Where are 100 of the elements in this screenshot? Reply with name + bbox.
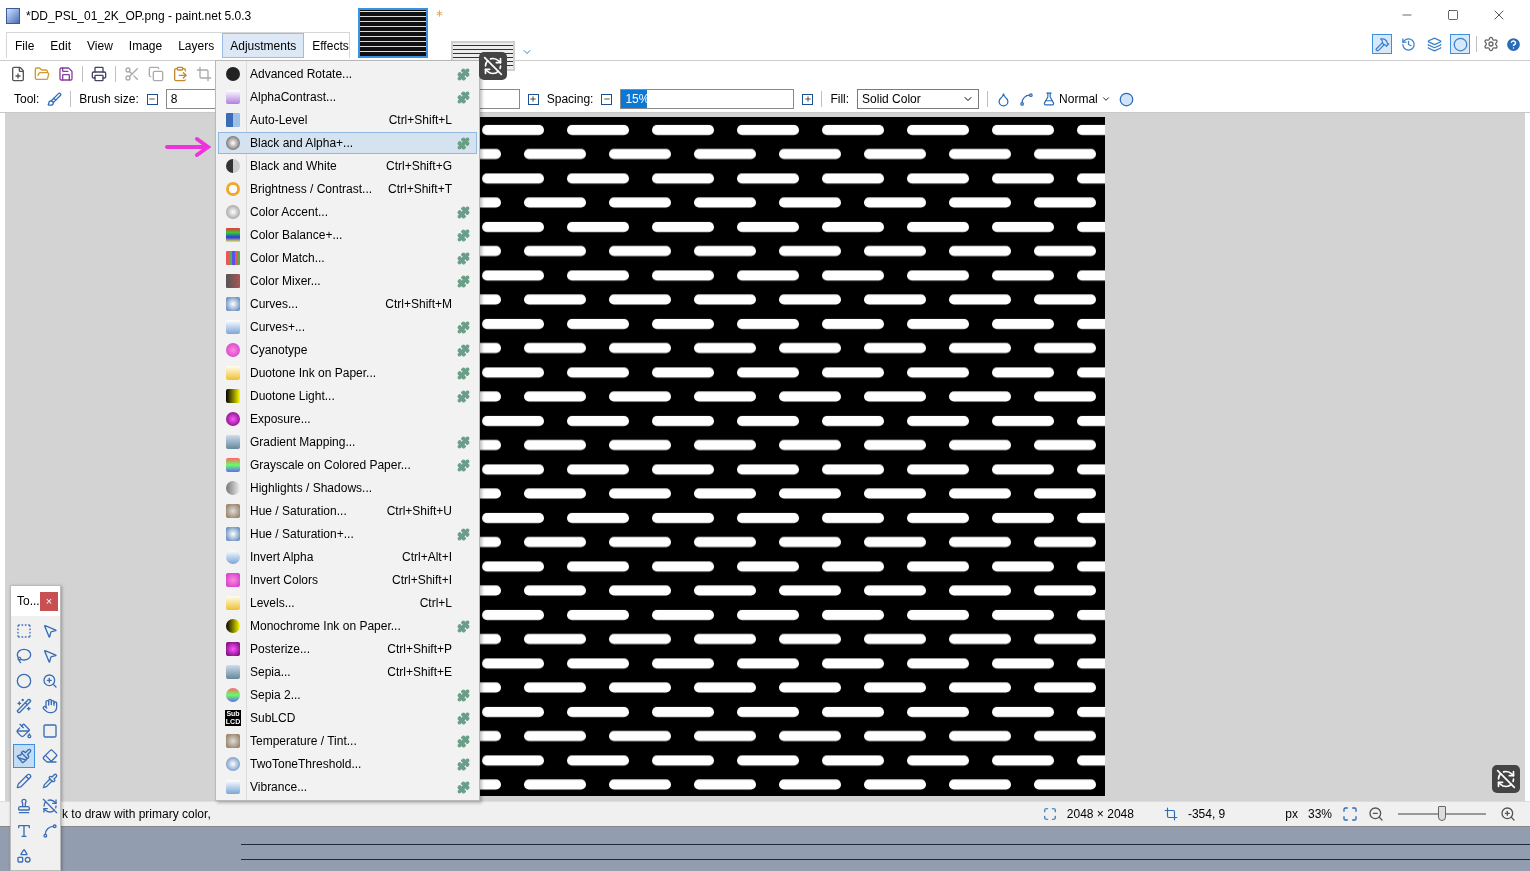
history-icon xyxy=(1400,36,1416,52)
shortcut-text: Ctrl+Shift+E xyxy=(387,665,453,679)
decrease-button[interactable] xyxy=(601,93,613,105)
menu-item[interactable]: Hue / Saturation... Ctrl+Shift+U xyxy=(218,500,477,522)
menu-item[interactable]: Temperature / Tint... xyxy=(218,730,477,752)
menu-item[interactable]: File xyxy=(7,33,43,58)
zoom-slider-thumb[interactable] xyxy=(1438,806,1446,821)
menu-item[interactable]: Advanced Rotate... xyxy=(218,63,477,85)
fill-dropdown[interactable]: Solid Color xyxy=(857,89,980,109)
adjustment-icon xyxy=(226,159,240,173)
menu-item[interactable]: Color Accent... xyxy=(218,201,477,223)
paintbrush-icon[interactable] xyxy=(47,91,63,107)
menu-item[interactable]: Curves+... xyxy=(218,316,477,338)
adjustment-icon xyxy=(226,573,240,587)
line-curve-icon xyxy=(42,823,58,839)
eraser-icon xyxy=(42,748,58,764)
sync-off-button[interactable] xyxy=(1492,765,1520,793)
menu-item[interactable]: Layers xyxy=(170,33,223,58)
hammer-icon xyxy=(1374,36,1390,52)
color-wheel-icon xyxy=(1452,36,1468,52)
adjustment-icon xyxy=(226,182,240,196)
stamp-icon xyxy=(16,798,32,814)
close-button[interactable]: × xyxy=(39,591,58,611)
fit-window-icon[interactable] xyxy=(1342,806,1358,822)
adjustment-icon xyxy=(226,251,240,265)
menu-item[interactable]: Adjustments xyxy=(222,33,305,58)
image-thumbnail[interactable] xyxy=(358,8,428,58)
menu-item[interactable]: Duotone Ink on Paper... xyxy=(218,362,477,384)
blend-mode-dropdown[interactable]: Normal xyxy=(1042,92,1111,106)
sync-off-icon xyxy=(483,56,503,76)
menu-item[interactable]: Levels... Ctrl+L xyxy=(218,592,477,614)
shortcut-text: Ctrl+Shift+U xyxy=(386,504,453,518)
shortcut-text: Ctrl+Shift+G xyxy=(385,159,453,173)
menu-item[interactable]: Gradient Mapping... xyxy=(218,431,477,453)
zoom-icon xyxy=(42,673,58,689)
fill-label: Fill: xyxy=(830,92,850,106)
units-selector[interactable]: px xyxy=(1285,807,1298,821)
shortcut-text: Ctrl+Shift+I xyxy=(391,573,453,587)
tools-window-title: To... xyxy=(17,594,40,608)
paste-icon[interactable] xyxy=(172,65,188,82)
menu-item[interactable]: Color Mixer... xyxy=(218,270,477,292)
menu-item[interactable]: Highlights / Shadows... xyxy=(218,477,477,499)
adjustment-icon xyxy=(226,504,240,518)
menu-item[interactable]: Edit xyxy=(42,33,80,58)
help-icon[interactable] xyxy=(1505,35,1522,53)
menu-item[interactable]: Brightness / Contrast... Ctrl+Shift+T xyxy=(218,178,477,200)
adjustment-icon xyxy=(226,412,240,426)
ellipse-select-icon xyxy=(16,673,32,689)
shapes-icon xyxy=(16,848,32,864)
menu-item[interactable]: Effects xyxy=(304,33,357,58)
paintbrush-tool[interactable] xyxy=(13,744,35,768)
menu-item[interactable]: Duotone Light... xyxy=(218,385,477,407)
increase-button[interactable] xyxy=(802,93,814,105)
adjustment-icon xyxy=(226,642,240,656)
pointer-move-icon xyxy=(42,623,58,639)
menu-item[interactable]: Sepia... Ctrl+Shift+E xyxy=(218,661,477,683)
shortcut-text: Ctrl+Shift+L xyxy=(388,113,453,127)
shortcut-text: Ctrl+L xyxy=(419,596,453,610)
zoom-value[interactable]: 33% xyxy=(1307,807,1332,821)
printer-icon[interactable] xyxy=(91,65,107,82)
folder-icon[interactable] xyxy=(34,65,50,82)
decrease-button[interactable] xyxy=(146,93,158,105)
tool-label: Tool: xyxy=(14,92,40,106)
menu-item[interactable]: Invert Colors Ctrl+Shift+I xyxy=(218,569,477,591)
menu-item[interactable]: View xyxy=(79,33,121,58)
menu-item[interactable]: Posterize... Ctrl+Shift+P xyxy=(218,638,477,660)
new-file-icon[interactable] xyxy=(10,65,26,82)
menu-item[interactable]: Exposure... xyxy=(218,408,477,430)
save-icon[interactable] xyxy=(58,65,74,82)
menu-item[interactable]: Cyanotype xyxy=(218,339,477,361)
menu-item[interactable]: Black and Alpha+... xyxy=(218,132,477,154)
hand-icon xyxy=(42,698,58,714)
menu-item[interactable]: Hue / Saturation+... xyxy=(218,523,477,545)
menu-item[interactable]: Grayscale on Colored Paper... xyxy=(218,454,477,476)
selection-mode-icon[interactable] xyxy=(1118,91,1134,107)
menu-item[interactable]: TwoToneThreshold... xyxy=(218,753,477,775)
adjustment-icon xyxy=(226,228,240,242)
increase-button[interactable] xyxy=(527,93,539,105)
sync-off-button[interactable] xyxy=(479,52,507,80)
menu-item[interactable]: Sepia 2... xyxy=(218,684,477,706)
menu-item[interactable]: Black and White Ctrl+Shift+G xyxy=(218,155,477,177)
paint-bucket-icon xyxy=(16,723,32,739)
menu-item[interactable]: Color Match... xyxy=(218,247,477,269)
menu-item[interactable]: Auto-Level Ctrl+Shift+L xyxy=(218,109,477,131)
adjustment-icon xyxy=(226,320,240,334)
hammer-button[interactable] xyxy=(1372,34,1392,54)
menu-item[interactable]: Monochrome Ink on Paper... xyxy=(218,615,477,637)
menu-item[interactable]: Curves... Ctrl+Shift+M xyxy=(218,293,477,315)
curve-icon[interactable] xyxy=(1019,91,1035,107)
adjustment-icon xyxy=(226,734,240,748)
menu-item[interactable]: AlphaContrast... xyxy=(218,86,477,108)
menu-item[interactable]: Color Balance+... xyxy=(218,224,477,246)
menu-item[interactable]: Image xyxy=(120,33,171,58)
color-wheel-button[interactable] xyxy=(1450,34,1470,54)
zoom-out-icon[interactable] xyxy=(1368,806,1384,822)
zoom-in-icon[interactable] xyxy=(1500,806,1516,822)
menu-item[interactable]: Invert Alpha Ctrl+Alt+I xyxy=(218,546,477,568)
menu-item[interactable]: Vibrance... xyxy=(218,776,477,798)
adjustment-icon xyxy=(226,596,240,610)
settings-icon[interactable] xyxy=(1483,36,1499,52)
